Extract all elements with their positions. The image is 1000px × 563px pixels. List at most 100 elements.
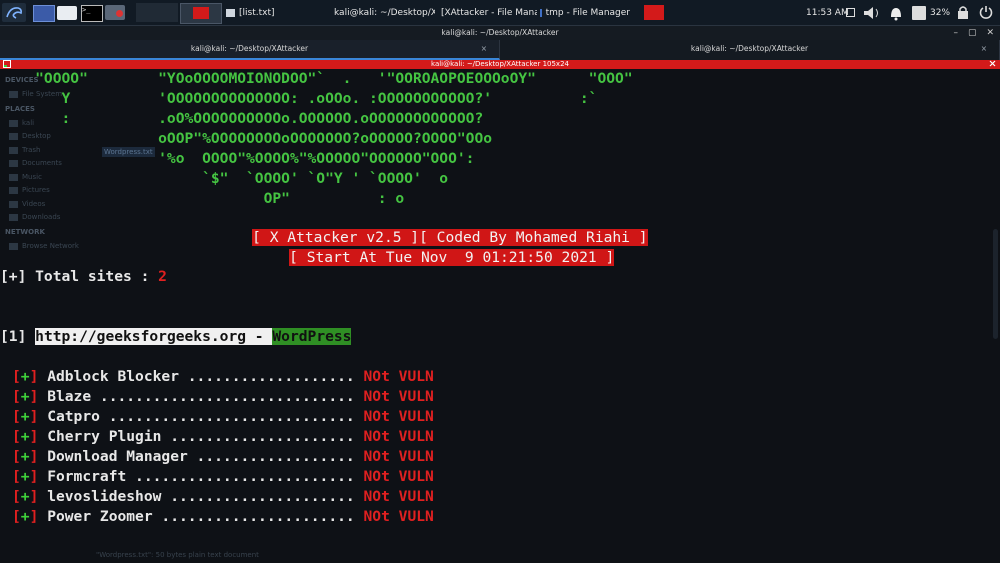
plus-sign: + bbox=[20, 448, 30, 465]
total-sites: [+] Total sites : 2 bbox=[0, 267, 167, 287]
workspace-icon[interactable] bbox=[33, 3, 55, 22]
task-label: tmp - File Manager bbox=[545, 7, 630, 18]
plus-sign: + bbox=[20, 468, 30, 485]
plus-sign: + bbox=[20, 388, 30, 405]
maximize-button[interactable]: ▢ bbox=[968, 26, 977, 40]
plugin-row: [+] Formcraft ......................... … bbox=[12, 467, 434, 487]
plus-bracket: [ bbox=[12, 388, 21, 405]
plugin-status: NOt VULN bbox=[363, 508, 434, 525]
plugin-name: Cherry Plugin ..................... bbox=[47, 428, 355, 445]
ascii-banner-line: Y 'OOOOOOOOOOOOOO: .oOOo. :OOOOOOOOOOO?'… bbox=[0, 90, 598, 107]
plugin-status: NOt VULN bbox=[363, 408, 434, 425]
total-sites-count: 2 bbox=[158, 268, 167, 285]
plus-sign: + bbox=[20, 488, 30, 505]
kali-dragon-icon[interactable] bbox=[2, 3, 26, 22]
ghost-sidebar-item: Downloads bbox=[9, 213, 60, 221]
plugin-status: NOt VULN bbox=[363, 388, 434, 405]
tab-label: kali@kali: ~/Desktop/XAttacker bbox=[690, 44, 809, 53]
tab-label: kali@kali: ~/Desktop/XAttacker bbox=[190, 44, 309, 53]
window-icon[interactable] bbox=[846, 4, 855, 21]
ghost-item-label: Downloads bbox=[22, 213, 61, 221]
site-url: http://geeksforgeeks.org - bbox=[35, 328, 273, 345]
plugin-row: [+] Catpro ............................ … bbox=[12, 407, 434, 427]
ascii-banner-line: `$" `OOOO' `O"Y ' `OOOO' o bbox=[0, 170, 449, 187]
ascii-banner-line: : .oO%OOOOOOOOOOo.OOOOOO.oOOOOOOOOOOOO? bbox=[0, 110, 484, 127]
plugin-row: [+] Adblock Blocker ................... … bbox=[12, 367, 434, 387]
start-time-text: [ Start At Tue Nov 9 01:21:50 2021 ] bbox=[289, 249, 615, 266]
terminal-output[interactable]: DEVICES File System PLACES kali Desktop … bbox=[0, 69, 1000, 563]
volume-icon[interactable] bbox=[862, 4, 882, 21]
window-title: kali@kali: ~/Desktop/XAttacker bbox=[441, 28, 559, 37]
plus-bracket: [ bbox=[12, 468, 21, 485]
plus-bracket: ] bbox=[29, 428, 39, 445]
tab-close-icon[interactable]: × bbox=[981, 40, 987, 58]
plus-bracket: [ bbox=[12, 428, 21, 445]
window-titlebar[interactable]: kali@kali: ~/Desktop/XAttacker – ▢ ✕ bbox=[0, 26, 1000, 40]
tab-terminal-1[interactable]: kali@kali: ~/Desktop/XAttacker × bbox=[0, 40, 500, 60]
file-manager-icon[interactable] bbox=[57, 3, 79, 22]
plus-sign: + bbox=[20, 428, 30, 445]
split-title-text: kali@kali: ~/Desktop/XAttacker 105x24 bbox=[431, 60, 569, 68]
plus-sign: + bbox=[20, 508, 30, 525]
ghost-status-bar: "Wordpress.txt": 50 bytes plain text doc… bbox=[96, 551, 259, 559]
battery-percent: 32% bbox=[930, 4, 950, 21]
plugin-name: Blaze ............................. bbox=[47, 388, 355, 405]
plus-bracket: [ bbox=[12, 368, 21, 385]
top-panel: >_ [list.txt] kali@kali: ~/Desktop/XA...… bbox=[0, 0, 1000, 26]
task-file-manager[interactable]: [XAttacker - File Manag... bbox=[437, 4, 537, 21]
ascii-banner-line: "OOOO" "YOoOOOOMOIONODOO"` . '"OOROAOPOE… bbox=[0, 70, 633, 87]
window-controls: – ▢ ✕ bbox=[953, 26, 994, 40]
task-tmp-file-manager[interactable]: tmp - File Manager bbox=[540, 4, 630, 21]
plus-bracket: ] bbox=[29, 368, 39, 385]
plugin-name: Adblock Blocker ................... bbox=[47, 368, 355, 385]
terminal-icon[interactable]: >_ bbox=[81, 3, 103, 22]
task-list-txt[interactable]: [list.txt] bbox=[226, 4, 321, 21]
task-red-window[interactable] bbox=[644, 5, 664, 20]
task-label: kali@kali: ~/Desktop/XA... bbox=[334, 7, 435, 18]
plugin-name: Formcraft ......................... bbox=[47, 468, 355, 485]
site-cms: WordPress bbox=[272, 328, 352, 345]
total-sites-label: [+] Total sites : bbox=[0, 268, 159, 285]
start-time: [ Start At Tue Nov 9 01:21:50 2021 ] bbox=[254, 228, 615, 288]
plus-sign: + bbox=[20, 408, 30, 425]
ghost-section-header: NETWORK bbox=[5, 228, 45, 236]
task-terminal[interactable]: kali@kali: ~/Desktop/XA... bbox=[330, 4, 435, 21]
notification-bell-icon[interactable] bbox=[887, 4, 905, 21]
plus-bracket: [ bbox=[12, 508, 21, 525]
plugin-name: Catpro ............................ bbox=[47, 408, 355, 425]
plus-bracket: ] bbox=[29, 388, 39, 405]
battery-icon[interactable] bbox=[912, 4, 926, 21]
workspace-switcher[interactable] bbox=[136, 3, 178, 22]
minimize-button[interactable]: – bbox=[953, 26, 958, 40]
site-index: [1] bbox=[0, 328, 36, 345]
close-button[interactable]: ✕ bbox=[986, 26, 994, 40]
split-pane-title[interactable]: kali@kali: ~/Desktop/XAttacker 105x24 bbox=[0, 60, 1000, 69]
tab-terminal-2[interactable]: kali@kali: ~/Desktop/XAttacker × bbox=[500, 40, 1000, 60]
ghost-item-label: Browse Network bbox=[22, 242, 79, 250]
plus-bracket: [ bbox=[12, 448, 21, 465]
logout-icon[interactable] bbox=[978, 4, 994, 21]
workspace-thumb[interactable] bbox=[180, 3, 222, 24]
site-line: [1] http://geeksforgeeks.org - WordPress bbox=[0, 327, 352, 347]
plus-bracket: ] bbox=[29, 448, 39, 465]
task-label: [list.txt] bbox=[239, 7, 275, 18]
screen-recorder-icon[interactable] bbox=[105, 3, 127, 22]
terminal-tabs: kali@kali: ~/Desktop/XAttacker × kali@ka… bbox=[0, 40, 1000, 60]
ascii-banner-line: '%o OOOO"%OOOO%"%OOOOO"OOOOOO"OOO': bbox=[0, 150, 475, 167]
plugin-row: [+] levoslideshow ..................... … bbox=[12, 487, 434, 507]
plugin-row: [+] Power Zoomer ...................... … bbox=[12, 507, 434, 527]
tab-close-icon[interactable]: × bbox=[481, 40, 487, 58]
plus-bracket: [ bbox=[12, 488, 21, 505]
plugin-row: [+] Download Manager .................. … bbox=[12, 447, 434, 467]
clock[interactable]: 11:53 AM bbox=[806, 4, 849, 21]
plus-bracket: [ bbox=[12, 408, 21, 425]
text-file-icon bbox=[226, 8, 235, 17]
plugin-row: [+] Cherry Plugin ..................... … bbox=[12, 427, 434, 447]
battery-text: 32% bbox=[930, 7, 951, 18]
ghost-scrollbar bbox=[993, 229, 998, 339]
lock-icon[interactable] bbox=[956, 4, 970, 21]
plugin-status: NOt VULN bbox=[363, 368, 434, 385]
plus-bracket: ] bbox=[29, 408, 39, 425]
folder-icon bbox=[540, 8, 542, 17]
plus-sign: + bbox=[20, 368, 30, 385]
